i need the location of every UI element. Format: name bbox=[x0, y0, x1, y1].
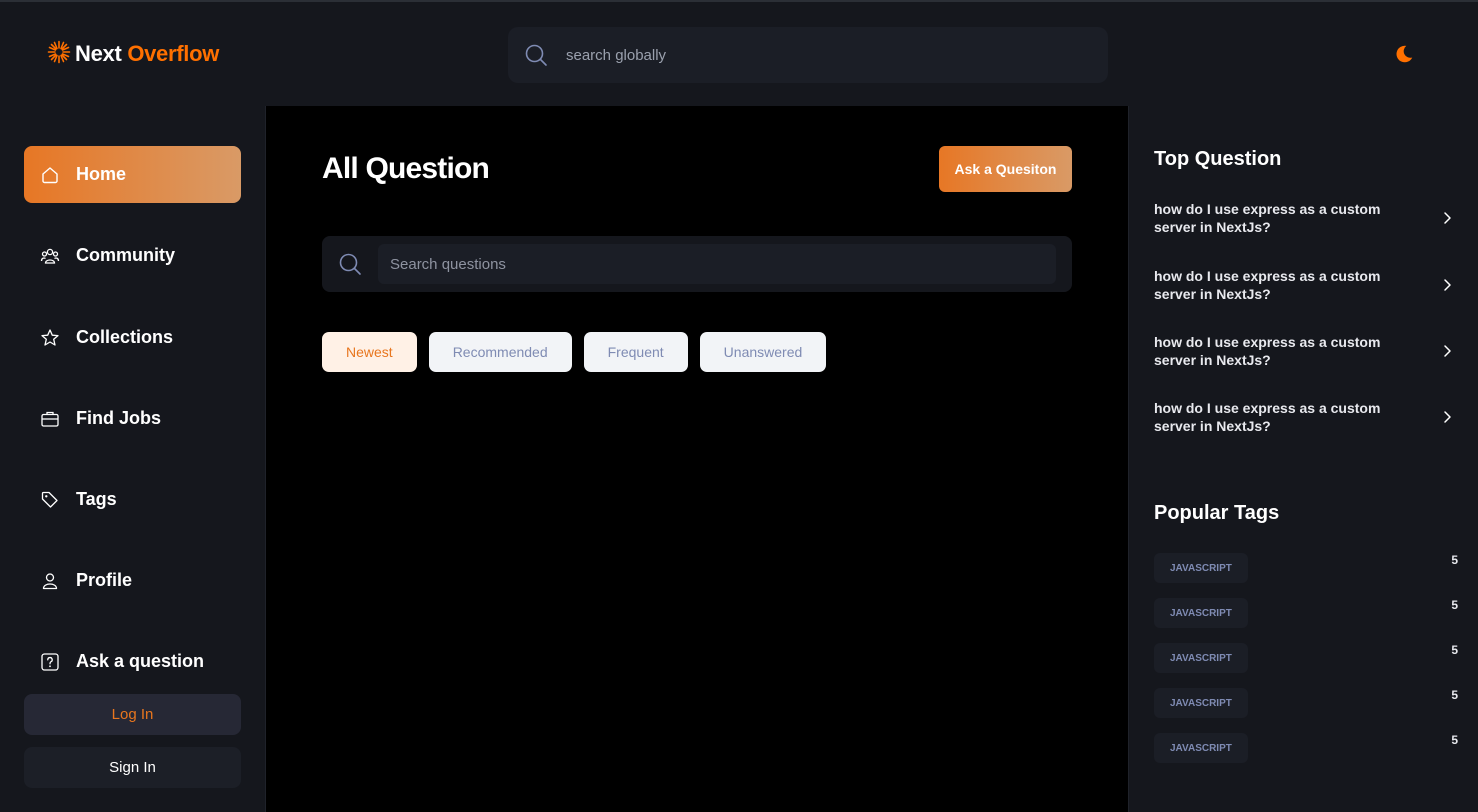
popular-tag-row: JAVASCRIPT 5 bbox=[1154, 643, 1458, 673]
tag-count: 5 bbox=[1451, 643, 1458, 657]
filter-unanswered[interactable]: Unanswered bbox=[699, 332, 827, 372]
sidebar-item-home[interactable]: Home bbox=[24, 146, 241, 203]
question-search-bar bbox=[322, 236, 1072, 292]
question-icon bbox=[40, 652, 60, 672]
sidebar-item-label: Community bbox=[76, 245, 175, 265]
global-search-bar bbox=[508, 27, 1108, 83]
tag-count: 5 bbox=[1451, 733, 1458, 747]
main-content: All Question Ask a Quesiton Newest Recom… bbox=[266, 106, 1128, 812]
tag-icon bbox=[40, 490, 60, 510]
navbar: Next Overflow bbox=[0, 2, 1478, 106]
top-question-item[interactable]: how do I use express as a custom server … bbox=[1154, 331, 1454, 371]
user-icon bbox=[40, 571, 60, 591]
tag-count: 5 bbox=[1451, 598, 1458, 612]
page-title: All Question bbox=[322, 152, 490, 185]
top-question-text: how do I use express as a custom server … bbox=[1154, 268, 1381, 302]
top-question-text: how do I use express as a custom server … bbox=[1154, 201, 1381, 235]
top-question-item[interactable]: how do I use express as a custom server … bbox=[1154, 265, 1454, 305]
users-icon bbox=[40, 246, 60, 266]
tag-chip[interactable]: JAVASCRIPT bbox=[1154, 733, 1248, 763]
brand-name: Next Overflow bbox=[75, 41, 219, 67]
left-sidebar: Home Community Collections Find Jobs Tag… bbox=[0, 106, 266, 812]
moon-icon bbox=[1393, 43, 1415, 70]
top-question-text: how do I use express as a custom server … bbox=[1154, 400, 1381, 434]
right-sidebar: Top Question how do I use express as a c… bbox=[1128, 106, 1478, 812]
brand-name-part2: Overflow bbox=[127, 41, 220, 66]
filter-frequent[interactable]: Frequent bbox=[583, 332, 688, 372]
tag-chip[interactable]: JAVASCRIPT bbox=[1154, 598, 1248, 628]
top-question-text: how do I use express as a custom server … bbox=[1154, 334, 1381, 368]
sidebar-item-profile[interactable]: Profile bbox=[24, 552, 241, 609]
chevron-right-icon bbox=[1440, 211, 1454, 225]
tag-count: 5 bbox=[1451, 688, 1458, 702]
signin-button[interactable]: Sign In bbox=[24, 747, 241, 788]
filter-recommended[interactable]: Recommended bbox=[428, 332, 572, 372]
sidebar-item-collections[interactable]: Collections bbox=[24, 309, 241, 366]
top-question-item[interactable]: how do I use express as a custom server … bbox=[1154, 198, 1454, 238]
tag-chip[interactable]: JAVASCRIPT bbox=[1154, 643, 1248, 673]
logo-burst-icon bbox=[47, 40, 71, 69]
sidebar-item-label: Ask a question bbox=[76, 651, 205, 671]
search-icon bbox=[524, 43, 548, 67]
tag-chip[interactable]: JAVASCRIPT bbox=[1154, 553, 1248, 583]
global-search-input[interactable] bbox=[564, 35, 1108, 75]
popular-tags-heading: Popular Tags bbox=[1154, 502, 1280, 524]
filter-newest[interactable]: Newest bbox=[322, 332, 417, 372]
filter-tabs: Newest Recommended Frequent Unanswered bbox=[322, 332, 827, 372]
chevron-right-icon bbox=[1440, 344, 1454, 358]
chevron-right-icon bbox=[1440, 278, 1454, 292]
sidebar-item-tags[interactable]: Tags bbox=[24, 471, 241, 528]
popular-tag-row: JAVASCRIPT 5 bbox=[1154, 598, 1458, 628]
brand-name-part1: Next bbox=[75, 41, 122, 66]
sidebar-item-label: Collections bbox=[76, 327, 174, 347]
sidebar-item-community[interactable]: Community bbox=[24, 227, 241, 284]
sidebar-item-label: Profile bbox=[76, 570, 133, 590]
search-icon bbox=[338, 252, 362, 276]
sidebar-item-ask-question[interactable]: Ask a question bbox=[24, 633, 241, 690]
tag-chip[interactable]: JAVASCRIPT bbox=[1154, 688, 1248, 718]
briefcase-icon bbox=[40, 409, 60, 429]
tag-count: 5 bbox=[1451, 553, 1458, 567]
chevron-right-icon bbox=[1440, 410, 1454, 424]
popular-tag-row: JAVASCRIPT 5 bbox=[1154, 553, 1458, 583]
top-questions-heading: Top Question bbox=[1154, 148, 1282, 170]
theme-toggle-button[interactable] bbox=[1392, 44, 1416, 68]
popular-tag-row: JAVASCRIPT 5 bbox=[1154, 733, 1458, 763]
sidebar-item-label: Tags bbox=[76, 489, 117, 509]
star-icon bbox=[40, 328, 60, 348]
question-search-input[interactable] bbox=[378, 244, 1056, 284]
ask-question-button[interactable]: Ask a Quesiton bbox=[939, 146, 1072, 192]
brand-logo[interactable]: Next Overflow bbox=[47, 40, 219, 68]
login-button[interactable]: Log In bbox=[24, 694, 241, 735]
popular-tag-row: JAVASCRIPT 5 bbox=[1154, 688, 1458, 718]
sidebar-item-find-jobs[interactable]: Find Jobs bbox=[24, 390, 241, 447]
home-icon bbox=[40, 165, 60, 185]
top-question-item[interactable]: how do I use express as a custom server … bbox=[1154, 397, 1454, 437]
sidebar-item-label: Home bbox=[76, 164, 127, 184]
sidebar-item-label: Find Jobs bbox=[76, 408, 161, 428]
